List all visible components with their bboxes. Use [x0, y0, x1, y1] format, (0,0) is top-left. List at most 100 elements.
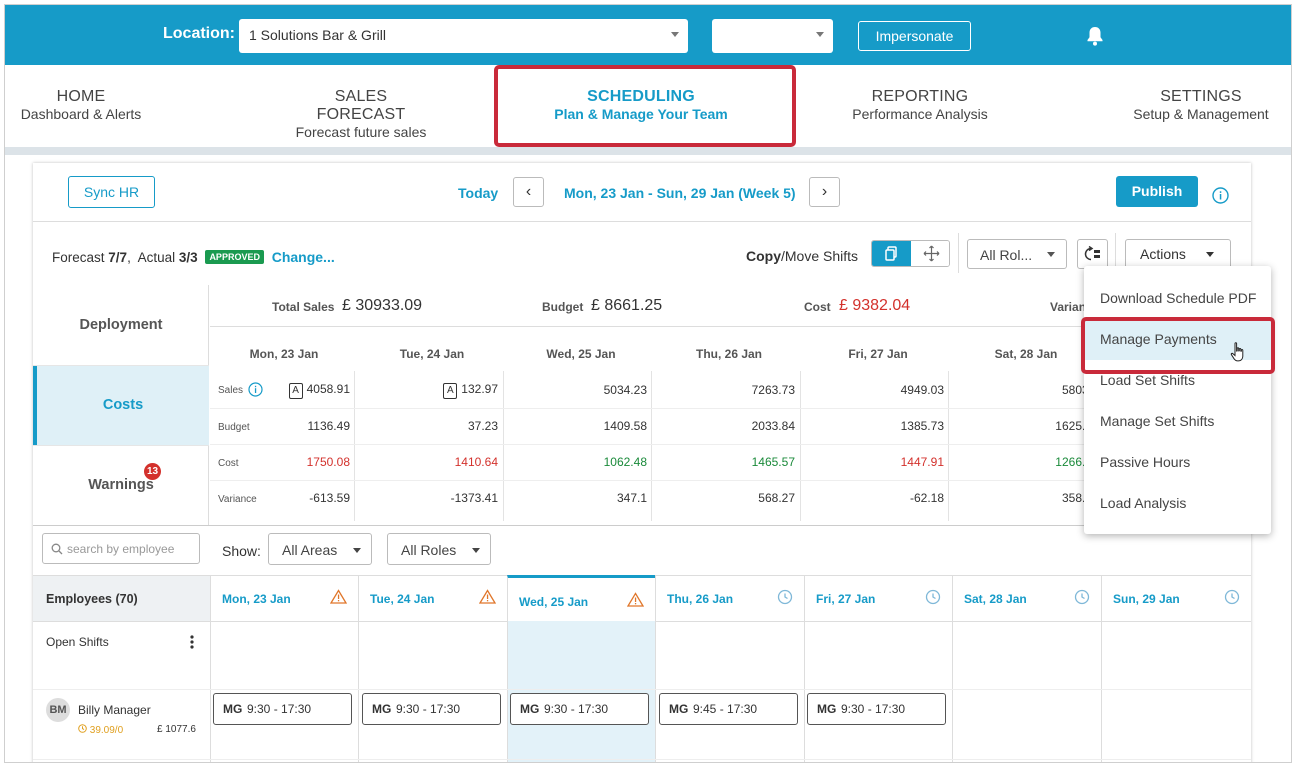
warning-icon: [626, 592, 645, 610]
budget-value: 37.23: [467, 419, 498, 433]
location-label: Location:: [163, 25, 235, 42]
nav-divider: [5, 147, 1291, 155]
actions-button[interactable]: Actions: [1125, 239, 1231, 269]
refresh-roles-button[interactable]: [1077, 239, 1108, 269]
menu-item-load-analysis[interactable]: Load Analysis: [1084, 483, 1271, 524]
cost-value: 1750.08: [306, 455, 350, 469]
shift-card[interactable]: MG 9:45 - 17:30: [659, 693, 798, 725]
sales-cell: A 4058.91: [210, 382, 350, 399]
nav-settings[interactable]: SETTINGS Setup & Management: [1129, 88, 1273, 122]
open-shifts-label: Open Shifts: [46, 635, 109, 649]
clock-icon: [925, 589, 941, 608]
actions-label: Actions: [1140, 246, 1186, 262]
nav-reporting-title: REPORTING: [871, 88, 969, 105]
day-column: [952, 621, 1101, 762]
shift-time: 9:30 - 17:30: [247, 702, 312, 716]
clock-icon: [1224, 589, 1240, 608]
schedule-day-header[interactable]: Sat, 28 Jan: [952, 575, 1101, 621]
cost-value: 1465.57: [751, 455, 795, 469]
column-divider: [948, 371, 949, 521]
row-divider: [33, 689, 1251, 690]
schedule-day-header[interactable]: Thu, 26 Jan: [655, 575, 804, 621]
day-column-selected: [507, 621, 655, 762]
shift-card[interactable]: MG 9:30 - 17:30: [213, 693, 352, 725]
chevron-down-icon: [1047, 252, 1055, 257]
clock-icon: [1074, 589, 1090, 608]
next-week-button[interactable]: ›: [809, 177, 840, 207]
cost-value: £ 9382.04: [839, 297, 911, 314]
warnings-count-badge: 13: [144, 463, 161, 480]
employee-name[interactable]: Billy Manager: [78, 703, 151, 717]
forecast-value: 7/7: [108, 250, 128, 265]
approved-badge: APPROVED: [205, 250, 264, 264]
prev-week-button[interactable]: ‹: [513, 177, 544, 207]
nav-reporting[interactable]: REPORTING Performance Analysis: [847, 88, 993, 122]
day-label: Tue, 24 Jan: [370, 592, 435, 606]
tab-deployment[interactable]: Deployment: [33, 285, 209, 365]
variance-value: -62.18: [909, 491, 944, 505]
more-vertical-icon[interactable]: [189, 634, 195, 655]
tab-divider: [33, 365, 209, 366]
nav-home-title: HOME: [56, 88, 106, 105]
menu-item-passive-hours[interactable]: Passive Hours: [1084, 442, 1271, 483]
day-label: Thu, 26 Jan: [667, 592, 734, 606]
column-divider: [800, 371, 801, 521]
copy-mode-button[interactable]: [872, 241, 911, 266]
copy-label: Copy: [746, 248, 781, 264]
day-column: [358, 621, 507, 762]
app-window: Location: 1 Solutions Bar & Grill Impers…: [4, 4, 1292, 763]
change-link[interactable]: Change...: [272, 249, 335, 265]
chevron-down-icon: [472, 548, 480, 553]
schedule-day-header[interactable]: Tue, 24 Jan: [358, 575, 507, 621]
secondary-select[interactable]: [712, 19, 833, 53]
publish-button[interactable]: Publish: [1116, 176, 1198, 207]
schedule-day-header[interactable]: Fri, 27 Jan: [804, 575, 952, 621]
shift-time: 9:30 - 17:30: [396, 702, 461, 716]
shift-card[interactable]: MG 9:30 - 17:30: [510, 693, 649, 725]
sales-value: 4058.91: [306, 382, 350, 396]
sync-hr-button[interactable]: Sync HR: [68, 176, 155, 208]
cost-day-header: Sat, 28 Jan: [994, 347, 1058, 361]
menu-item-download-schedule-pdf[interactable]: Download Schedule PDF: [1084, 278, 1271, 319]
shift-card[interactable]: MG 9:30 - 17:30: [807, 693, 946, 725]
roles-filter-select[interactable]: All Roles: [387, 533, 491, 565]
chevron-down-icon: [1206, 252, 1214, 257]
schedule-day-header[interactable]: Mon, 23 Jan: [210, 575, 358, 621]
info-icon[interactable]: [1212, 187, 1229, 209]
cost-value: 1266.7: [1055, 455, 1092, 469]
employee-search-input[interactable]: search by employee: [42, 533, 200, 564]
nav-sales-forecast[interactable]: SALES FORECAST Forecast future sales: [290, 88, 432, 140]
roles-select[interactable]: All Rol...: [967, 239, 1067, 269]
shift-role: MG: [669, 702, 689, 716]
today-button[interactable]: Today: [458, 185, 498, 201]
nav-scheduling-highlight-box: [494, 65, 796, 147]
day-column: [210, 621, 358, 762]
warning-icon: [329, 589, 348, 607]
shift-time: 9:30 - 17:30: [544, 702, 609, 716]
budget-value: £ 8661.25: [591, 297, 663, 314]
location-select[interactable]: 1 Solutions Bar & Grill: [239, 19, 688, 53]
tab-warnings[interactable]: Warnings: [33, 445, 209, 525]
chevron-down-icon: [816, 32, 824, 37]
roles-filter-value: All Roles: [401, 542, 457, 558]
nav-home[interactable]: HOME Dashboard & Alerts: [19, 88, 143, 122]
shift-card[interactable]: MG 9:30 - 17:30: [362, 693, 501, 725]
manage-payments-highlight-box: [1081, 317, 1275, 374]
menu-item-manage-set-shifts[interactable]: Manage Set Shifts: [1084, 401, 1271, 442]
schedule-day-header[interactable]: Sun, 29 Jan: [1101, 575, 1251, 621]
areas-select[interactable]: All Areas: [268, 533, 372, 565]
copy-move-toggle[interactable]: [871, 240, 950, 267]
impersonate-button[interactable]: Impersonate: [858, 21, 971, 51]
move-mode-button[interactable]: [912, 241, 949, 266]
refresh-icon: [1084, 245, 1100, 261]
left-tabs: Deployment Costs Warnings 13: [33, 285, 209, 525]
move-icon: [923, 245, 940, 262]
search-icon: [51, 543, 63, 555]
bell-icon[interactable]: [1085, 25, 1105, 52]
day-label: Sun, 29 Jan: [1113, 592, 1180, 606]
schedule-day-header-selected[interactable]: Wed, 25 Jan: [507, 575, 655, 621]
nav-reporting-subtitle: Performance Analysis: [852, 106, 988, 122]
week-range: Mon, 23 Jan - Sun, 29 Jan (Week 5): [564, 185, 796, 201]
variance-label: Varian: [1050, 300, 1087, 314]
tab-costs[interactable]: Costs: [33, 365, 209, 445]
